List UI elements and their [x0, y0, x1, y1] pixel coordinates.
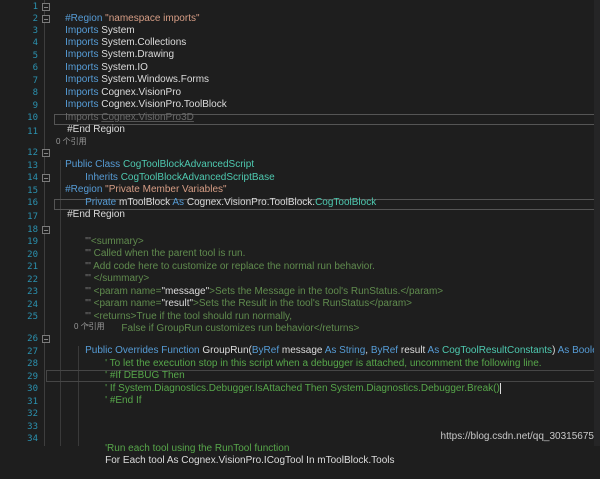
line-number: 15 — [27, 186, 38, 196]
code-line: Imports Cognex.VisionPro3D — [65, 112, 194, 123]
line-number: 6 — [32, 63, 38, 73]
line-number: 21 — [27, 262, 38, 272]
code-line: #End Region — [67, 209, 125, 220]
code-line: ' To let the execution stop in this scri… — [105, 358, 542, 369]
line-number: 13 — [27, 161, 38, 171]
code-line: ''' Called when the parent tool is run. — [85, 248, 246, 259]
reference-count[interactable]: 0 个引用 — [74, 322, 105, 332]
collapse-toggle[interactable]: − — [42, 335, 50, 344]
line-number: 22 — [27, 275, 38, 285]
code-line: #Region "Private Member Variables" — [65, 184, 227, 195]
code-line: 'Run each tool using the RunTool functio… — [105, 443, 290, 454]
code-line: Imports System.Drawing — [65, 49, 175, 60]
code-line: Public Overrides Function GroupRun(ByRef… — [85, 345, 600, 356]
line-number: 4 — [32, 38, 38, 48]
code-line: ''' False if GroupRun customizes run beh… — [85, 323, 360, 334]
code-line: ''' </summary> — [85, 273, 150, 284]
code-line: Imports Cognex.VisionPro — [65, 87, 182, 98]
line-number: 11 — [27, 127, 38, 137]
line-number: 14 — [27, 173, 38, 183]
line-number: 26 — [27, 334, 38, 344]
line-number: 27 — [27, 347, 38, 357]
code-line: Inherits CogToolBlockAdvancedScriptBase — [85, 172, 275, 183]
line-number: 5 — [32, 51, 38, 61]
collapse-toggle[interactable]: − — [42, 15, 50, 24]
code-line: ''' <param name="result">Sets the Result… — [85, 298, 413, 309]
code-line: ''' Add code here to customize or replac… — [85, 261, 375, 272]
vertical-scrollbar[interactable] — [594, 0, 600, 446]
code-line: #Region "namespace imports" — [65, 13, 200, 24]
code-line: #End Region — [67, 124, 125, 135]
line-number: 24 — [27, 300, 38, 310]
line-number: 30 — [27, 384, 38, 394]
gutter-separator — [44, 0, 45, 446]
line-number: 3 — [32, 26, 38, 36]
collapse-toggle[interactable]: − — [42, 226, 50, 235]
line-number: 33 — [27, 422, 38, 432]
collapse-toggle[interactable]: − — [42, 174, 50, 183]
line-number: 1 — [32, 2, 38, 12]
line-number: 17 — [27, 212, 38, 222]
line-number: 20 — [27, 250, 38, 260]
code-line: Imports System.IO — [65, 62, 148, 73]
code-line: Private mToolBlock As Cognex.VisionPro.T… — [85, 197, 377, 208]
line-number: 2 — [32, 14, 38, 24]
line-number: 34 — [27, 434, 38, 444]
code-editor[interactable]: 1 2 3 4 5 6 7 8 9 10 11 12 13 14 15 16 1… — [0, 0, 600, 466]
reference-count[interactable]: 0 个引用 — [56, 137, 87, 147]
line-number: 19 — [27, 237, 38, 247]
code-line: Imports Cognex.VisionPro.ToolBlock — [65, 99, 227, 110]
line-number: 32 — [27, 409, 38, 419]
line-number: 25 — [27, 312, 38, 322]
line-number: 16 — [27, 198, 38, 208]
code-line: Imports System — [65, 25, 135, 36]
collapse-toggle[interactable]: − — [42, 149, 50, 158]
line-number: 7 — [32, 76, 38, 86]
code-line: ' If System.Diagnostics.Debugger.IsAttac… — [105, 383, 501, 395]
code-line: ''' <param name="message">Sets the Messa… — [85, 286, 444, 297]
code-line: ''' <returns>True if the tool should run… — [85, 311, 293, 322]
code-line: ' #If DEBUG Then — [105, 370, 185, 381]
code-line: ' #End If — [105, 395, 142, 406]
line-number: 12 — [27, 148, 38, 158]
code-line: Public Class CogToolBlockAdvancedScript — [65, 159, 255, 170]
watermark: https://blog.csdn.net/qq_30315675 — [440, 431, 594, 442]
line-number: 10 — [27, 113, 38, 123]
line-number: 18 — [27, 225, 38, 235]
line-number: 29 — [27, 372, 38, 382]
text-cursor — [499, 383, 501, 394]
line-number: 31 — [27, 397, 38, 407]
line-number: 23 — [27, 287, 38, 297]
line-number: 8 — [32, 88, 38, 98]
collapse-toggle[interactable]: − — [42, 3, 50, 12]
line-number: 9 — [32, 101, 38, 111]
code-line: '''<summary> — [85, 236, 144, 247]
code-line: Imports System.Windows.Forms — [65, 74, 210, 85]
line-number: 28 — [27, 359, 38, 369]
code-line: Imports System.Collections — [65, 37, 187, 48]
code-line: For Each tool As Cognex.VisionPro.ICogTo… — [105, 455, 395, 466]
